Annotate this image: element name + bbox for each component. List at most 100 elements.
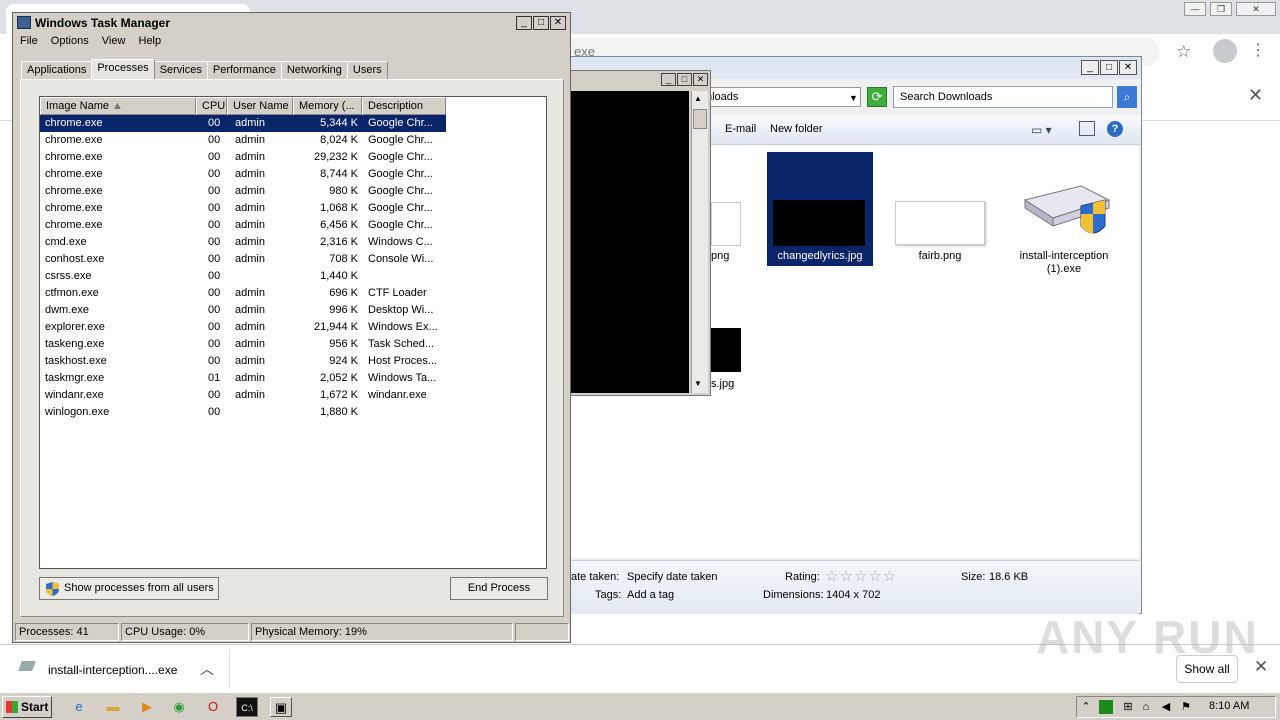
task-manager-taskbar-icon[interactable]: ▣ <box>270 697 292 717</box>
action-center-flag-icon[interactable]: ⚑ <box>1179 700 1193 714</box>
tags-value[interactable]: Add a tag <box>627 589 674 601</box>
volume-icon[interactable]: ◀ <box>1159 700 1173 714</box>
bookmark-star-icon[interactable]: ☆ <box>1176 42 1191 62</box>
tm-minimize-button[interactable]: _ <box>516 16 532 30</box>
infobar-close-icon[interactable]: ✕ <box>1248 85 1263 106</box>
address-dropdown-icon[interactable]: ▼ <box>849 93 858 103</box>
chrome-menu-icon[interactable]: ⋮ <box>1250 40 1266 60</box>
start-button[interactable]: Start <box>2 696 52 718</box>
clock[interactable]: 8:10 AM <box>1209 700 1249 712</box>
table-row[interactable]: chrome.exe 00 admin 6,456 K Google Chr... <box>40 217 446 234</box>
scroll-thumb[interactable] <box>693 109 707 129</box>
email-button[interactable]: E-mail <box>725 123 756 135</box>
table-row[interactable]: chrome.exe 00 admin 980 K Google Chr... <box>40 183 446 200</box>
help-icon[interactable]: ? <box>1107 121 1123 137</box>
table-row[interactable]: dwm.exe 00 admin 996 K Desktop Wi... <box>40 302 446 319</box>
table-row[interactable]: explorer.exe 00 admin 21,944 K Windows Ex... <box>40 319 446 336</box>
tab-services[interactable]: Services <box>153 61 208 79</box>
explorer-close-button[interactable]: ✕ <box>1119 60 1137 75</box>
tab-performance[interactable]: Performance <box>206 61 282 79</box>
scroll-down-icon[interactable]: ▼ <box>694 379 702 388</box>
image-thumbnail[interactable] <box>895 201 985 245</box>
opera-icon[interactable]: O <box>202 697 224 717</box>
status-resize-grip[interactable] <box>515 623 569 641</box>
table-row[interactable]: conhost.exe 00 admin 708 K Console Wi... <box>40 251 446 268</box>
explorer-minimize-button[interactable]: _ <box>1081 60 1099 75</box>
tm-close-button[interactable]: ✕ <box>550 16 566 30</box>
file-label[interactable]: png <box>711 250 729 262</box>
column-description[interactable]: Description <box>362 97 446 115</box>
file-label[interactable]: fairb.png <box>887 250 993 262</box>
table-row[interactable]: ctfmon.exe 00 admin 696 K CTF Loader <box>40 285 446 302</box>
column-memory[interactable]: Memory (... <box>293 97 362 115</box>
explorer-maximize-button[interactable]: □ <box>1100 60 1118 75</box>
explorer-address-bar[interactable]: nloads <box>701 87 861 107</box>
scroll-up-icon[interactable]: ▲ <box>694 94 702 103</box>
file-thumbnail[interactable] <box>711 202 741 246</box>
file-label[interactable]: install-interception (1).exe <box>1011 250 1117 276</box>
table-row[interactable]: winlogon.exe 00 1,880 K <box>40 404 446 421</box>
refresh-icon[interactable]: ⟳ <box>867 87 887 107</box>
keyboard-shield-icon[interactable] <box>1021 178 1111 242</box>
chrome-close-button[interactable]: ✕ <box>1236 2 1276 16</box>
table-row[interactable]: taskmgr.exe 01 admin 2,052 K Windows Ta... <box>40 370 446 387</box>
table-row[interactable]: taskhost.exe 00 admin 924 K Host Proces... <box>40 353 446 370</box>
preview-pane-icon[interactable] <box>1079 121 1095 136</box>
column-user-name[interactable]: User Name <box>227 97 293 115</box>
tab-networking[interactable]: Networking <box>280 61 348 79</box>
date-taken-value[interactable]: Specify date taken <box>627 571 718 583</box>
internet-explorer-icon[interactable]: e <box>68 697 90 717</box>
column-image-name[interactable]: Image Name ▲ <box>40 97 196 115</box>
console-output[interactable] <box>571 91 689 393</box>
chrome-icon[interactable]: ◉ <box>168 697 190 717</box>
search-icon[interactable]: ⌕ <box>1117 86 1137 108</box>
chevron-up-icon[interactable]: ︿ <box>200 659 214 679</box>
change-view-icon[interactable]: ▭ ▾ <box>1031 123 1052 137</box>
process-description: Google Chr... <box>368 151 433 163</box>
process-list[interactable]: Image Name ▲ CPU User Name Memory (... D… <box>39 96 547 569</box>
download-item-name[interactable]: install-interception....exe <box>48 663 177 677</box>
file-thumbnail[interactable] <box>711 328 741 372</box>
tab-applications[interactable]: Applications <box>21 61 93 79</box>
menu-options[interactable]: Options <box>51 35 89 47</box>
menu-help[interactable]: Help <box>139 35 162 47</box>
rating-stars[interactable]: ☆☆☆☆☆ <box>825 567 897 585</box>
cmd-icon[interactable]: C:\ <box>236 697 258 717</box>
explorer-search-input[interactable]: Search Downloads <box>893 86 1113 108</box>
task-manager-titlebar[interactable]: Windows Task Manager _ □ ✕ <box>13 13 570 33</box>
tm-maximize-button[interactable]: □ <box>533 16 549 30</box>
table-row[interactable]: windanr.exe 00 admin 1,672 K windanr.exe <box>40 387 446 404</box>
cmd-titlebar[interactable]: _ □ ✕ <box>569 71 710 89</box>
show-all-users-button[interactable]: Show processes from all users <box>39 577 219 600</box>
cmd-close-button[interactable]: ✕ <box>693 73 708 86</box>
folder-icon[interactable]: ▬ <box>102 697 124 717</box>
profile-avatar-icon[interactable] <box>1213 39 1237 63</box>
chrome-restore-button[interactable]: ❐ <box>1210 2 1232 16</box>
media-player-icon[interactable]: ▶ <box>136 697 158 717</box>
new-folder-button[interactable]: New folder <box>770 123 823 135</box>
table-row[interactable]: taskeng.exe 00 admin 956 K Task Sched... <box>40 336 446 353</box>
cmd-maximize-button[interactable]: □ <box>677 73 692 86</box>
column-cpu[interactable]: CPU <box>196 97 227 115</box>
tab-processes[interactable]: Processes <box>91 59 155 79</box>
table-row[interactable]: chrome.exe 00 admin 29,232 K Google Chr... <box>40 149 446 166</box>
show-hidden-icons-icon[interactable]: ⌃ <box>1079 700 1093 714</box>
table-row[interactable]: chrome.exe 00 admin 8,024 K Google Chr... <box>40 132 446 149</box>
file-label[interactable]: s.jpg <box>711 378 734 390</box>
end-process-button[interactable]: End Process <box>450 577 548 600</box>
file-item-changedlyrics[interactable]: changedlyrics.jpg <box>767 152 873 266</box>
table-row[interactable]: cmd.exe 00 admin 2,316 K Windows C... <box>40 234 446 251</box>
tab-users[interactable]: Users <box>346 61 388 79</box>
menu-view[interactable]: View <box>102 35 126 47</box>
table-row[interactable]: chrome.exe 00 admin 5,344 K Google Chr... <box>40 115 446 132</box>
tray-app-icon[interactable] <box>1099 700 1113 714</box>
table-row[interactable]: chrome.exe 00 admin 8,744 K Google Chr... <box>40 166 446 183</box>
power-icon[interactable]: ⌂ <box>1139 700 1153 714</box>
chrome-minimize-button[interactable]: — <box>1184 2 1206 16</box>
cmd-scrollbar[interactable]: ▲ ▼ <box>691 91 708 393</box>
menu-file[interactable]: File <box>20 35 38 47</box>
cmd-minimize-button[interactable]: _ <box>661 73 676 86</box>
table-row[interactable]: csrss.exe 00 1,440 K <box>40 268 446 285</box>
table-row[interactable]: chrome.exe 00 admin 1,068 K Google Chr... <box>40 200 446 217</box>
network-icon[interactable]: ⊞ <box>1121 700 1135 714</box>
